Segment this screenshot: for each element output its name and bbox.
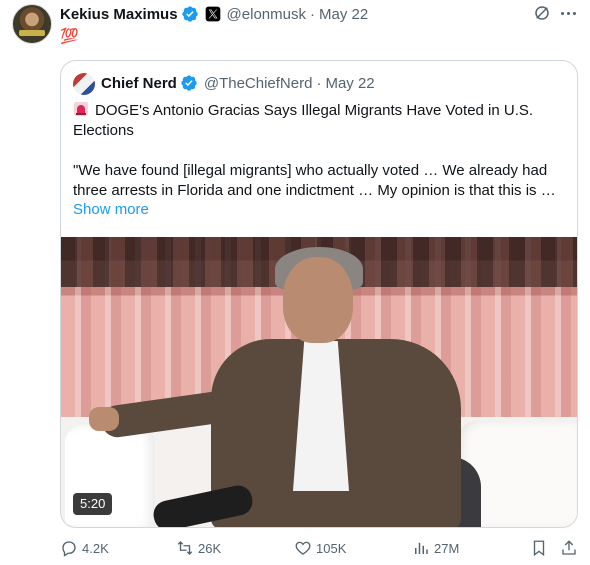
grok-icon[interactable] [533, 4, 551, 22]
bookmark-button[interactable] [530, 536, 552, 560]
retweet-count: 26K [198, 540, 222, 556]
like-count: 105K [316, 540, 347, 556]
share-button[interactable] [560, 536, 582, 560]
quoted-excerpt: "We have found [illegal migrants] who ac… [73, 162, 556, 199]
siren-icon [74, 102, 88, 116]
quoted-author-handle[interactable]: @TheChiefNerd [204, 75, 313, 92]
verified-badge-icon [181, 75, 197, 91]
video-player[interactable]: 5:20 [61, 237, 577, 527]
quoted-headline-text: DOGE's Antonio Gracias Says Illegal Migr… [73, 102, 534, 139]
separator-dot: · [309, 5, 315, 23]
video-duration-badge: 5:20 [73, 493, 113, 515]
like-button[interactable]: 105K [294, 536, 346, 560]
quoted-author-name[interactable]: Chief Nerd [101, 75, 177, 92]
quoted-tweet-text: DOGE's Antonio Gracias Says Illegal Migr… [73, 101, 567, 201]
separator-dot: · [316, 74, 322, 92]
author-avatar[interactable] [12, 4, 52, 44]
tweet-text: 💯 [60, 28, 79, 45]
quoted-author-avatar[interactable] [73, 73, 95, 95]
bookmark-icon [533, 540, 545, 557]
retweet-button[interactable]: 26K [176, 536, 221, 560]
view-count: 27M [434, 540, 460, 556]
author-handle[interactable]: @elonmusk [227, 6, 306, 23]
tweet-date[interactable]: May 22 [319, 6, 368, 23]
quoted-tweet-date[interactable]: May 22 [325, 75, 374, 92]
views-button[interactable]: 27M [412, 536, 459, 560]
retweet-icon [177, 541, 193, 555]
verified-badge-icon [181, 6, 198, 22]
quoted-tweet-card[interactable]: Chief Nerd @TheChiefNerd · May 22 DOGE's… [60, 60, 578, 528]
quoted-headline: DOGE's Antonio Gracias Says Illegal Migr… [73, 101, 567, 141]
heart-icon [295, 541, 311, 555]
more-options-icon[interactable] [558, 4, 578, 22]
tweet-actions: 4.2K 26K 105K 27M [60, 536, 580, 560]
reply-icon [62, 541, 76, 557]
author-name[interactable]: Kekius Maximus [60, 6, 178, 23]
x-logo-icon [205, 6, 220, 22]
quoted-tweet-header: Chief Nerd @TheChiefNerd · May 22 [101, 74, 375, 92]
reply-button[interactable]: 4.2K [60, 536, 109, 560]
share-icon [562, 540, 576, 555]
analytics-icon [415, 542, 428, 554]
tweet: Kekius Maximus @elonmusk · May 22 💯 Chie… [0, 0, 590, 565]
show-more-link[interactable]: Show more [73, 201, 149, 218]
reply-count: 4.2K [82, 540, 109, 556]
tweet-header: Kekius Maximus @elonmusk · May 22 [60, 3, 368, 25]
